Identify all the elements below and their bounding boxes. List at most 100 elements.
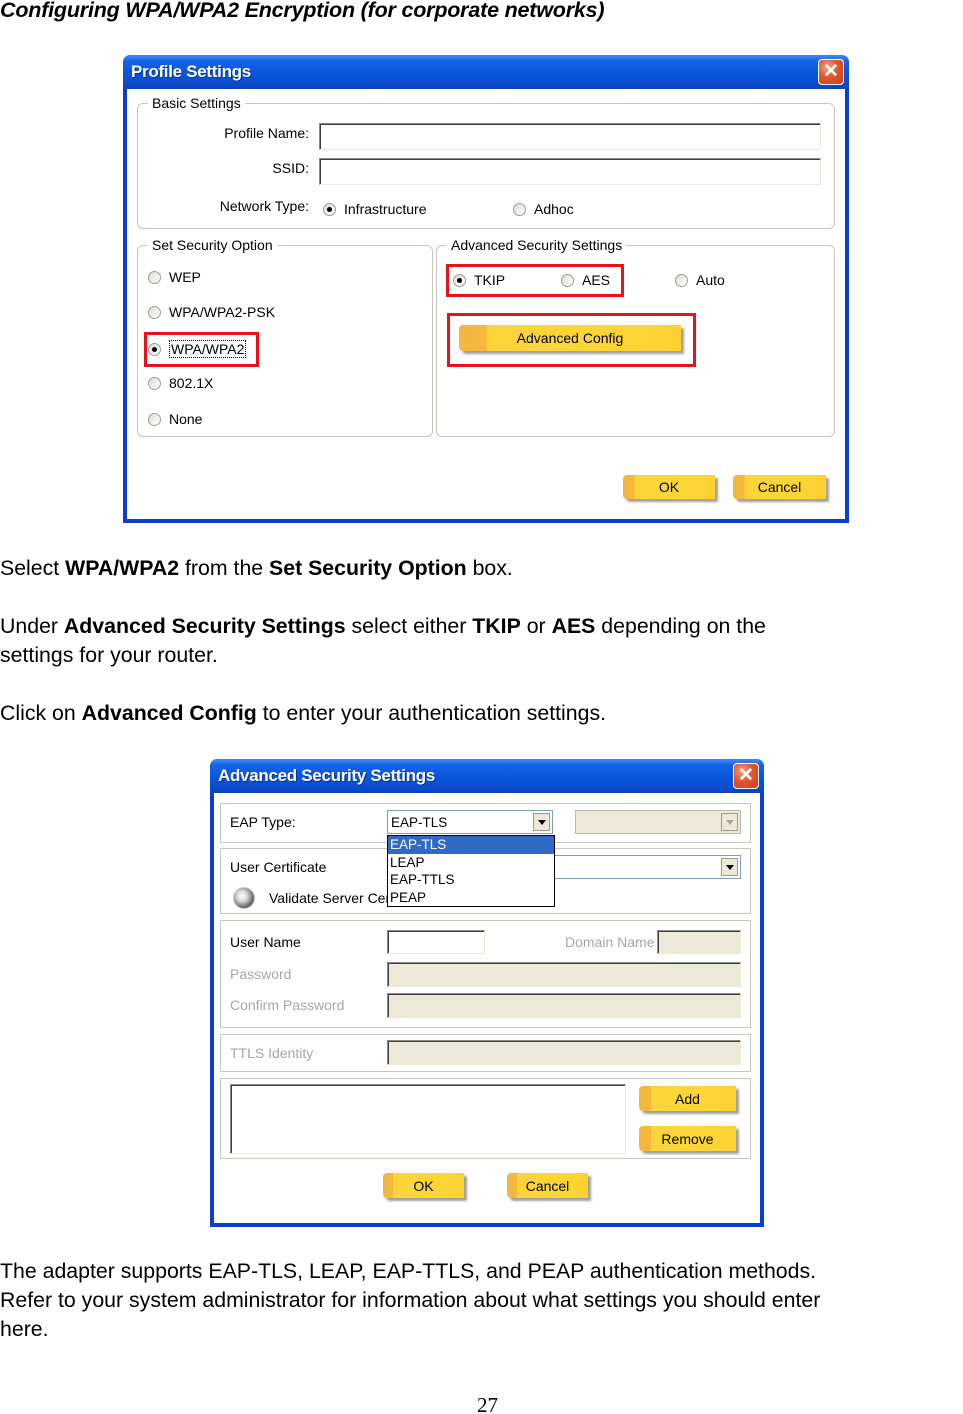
radio-dot	[513, 202, 526, 216]
user-name-field[interactable]	[387, 930, 485, 954]
radio-wep[interactable]: WEP	[148, 269, 201, 285]
text: here.	[0, 1317, 49, 1341]
chevron-down-icon	[721, 813, 738, 831]
radio-dot	[148, 412, 161, 426]
text: or	[520, 614, 552, 638]
radio-label: None	[169, 411, 203, 427]
profile-settings-client: Basic Settings Profile Name: SSID: Netwo…	[127, 89, 845, 519]
domain-name-label: Domain Name	[565, 934, 655, 950]
radio-auto[interactable]: Auto	[675, 272, 725, 288]
ttls-identity-label: TTLS Identity	[230, 1045, 314, 1061]
confirm-password-label: Confirm Password	[230, 997, 345, 1013]
chevron-down-icon[interactable]	[721, 858, 738, 876]
cancel-button[interactable]: Cancel	[733, 475, 826, 499]
security-option-legend: Set Security Option	[152, 237, 273, 253]
window-title: Advanced Security Settings	[218, 766, 436, 785]
eap-type-label: EAP Type:	[230, 814, 296, 830]
radio-dot	[148, 270, 161, 284]
ok-button[interactable]: OK	[623, 475, 715, 499]
radio-dot	[675, 273, 688, 287]
radio-wpa-psk[interactable]: WPA/WPA2-PSK	[148, 304, 275, 320]
advanced-security-client: EAP Type: EAP-TLS User Certificate Valid…	[214, 793, 760, 1223]
section-heading: Configuring WPA/WPA2 Encryption (for cor…	[0, 0, 605, 22]
ttls-identity-field	[387, 1040, 741, 1065]
text: select either	[345, 614, 473, 638]
eap-option[interactable]: LEAP	[388, 854, 554, 872]
profile-name-label: Profile Name:	[224, 125, 309, 141]
radio-label: WPA/WPA2-PSK	[169, 304, 276, 320]
confirm-password-field	[387, 993, 741, 1018]
ssid-label: SSID:	[272, 160, 309, 176]
radio-label: Auto	[696, 272, 725, 288]
text: to enter your authentication settings.	[256, 701, 607, 725]
radio-8021x[interactable]: 802.1X	[148, 375, 213, 391]
cancel-button[interactable]: Cancel	[507, 1173, 588, 1198]
ssid-field[interactable]	[319, 158, 821, 185]
highlight-wpa-wpa2	[144, 332, 259, 367]
text: Under	[0, 614, 64, 638]
radio-none[interactable]: None	[148, 411, 202, 427]
highlight-cipher	[446, 264, 624, 297]
network-type-label: Network Type:	[219, 198, 309, 214]
basic-settings-legend: Basic Settings	[152, 95, 241, 111]
radio-label: Adhoc	[534, 201, 574, 217]
validate-server-label: Validate Server Cer	[269, 890, 391, 906]
user-certificate-select[interactable]	[549, 855, 741, 879]
text: box.	[466, 556, 513, 580]
text: Click on	[0, 701, 82, 725]
bold-text: AES	[551, 614, 596, 638]
password-label: Password	[230, 966, 292, 982]
secondary-eap-select[interactable]	[575, 810, 741, 834]
text: from the	[179, 556, 270, 580]
radio-dot	[148, 305, 161, 319]
instruction-paragraph-3: Click on Advanced Config to enter your a…	[0, 699, 606, 728]
text: The adapter supports EAP-TLS, LEAP, EAP-…	[0, 1259, 817, 1283]
page-number: 27	[477, 1393, 498, 1414]
domain-name-field	[657, 930, 741, 954]
remove-button[interactable]: Remove	[639, 1126, 736, 1151]
window-title: Profile Settings	[131, 62, 251, 81]
radio-dot	[148, 376, 161, 390]
eap-type-dropdown-list: EAP-TLS LEAP EAP-TTLS PEAP	[387, 835, 555, 907]
text: Select	[0, 556, 66, 580]
radio-dot-checked	[323, 202, 336, 216]
advanced-security-legend: Advanced Security Settings	[451, 237, 623, 253]
closing-paragraph: The adapter supports EAP-TLS, LEAP, EAP-…	[0, 1257, 820, 1344]
profile-settings-window: Profile Settings ✕ Basic Settings Profil…	[123, 55, 849, 523]
eap-type-value: EAP-TLS	[391, 814, 448, 830]
password-field	[387, 962, 741, 987]
bold-text: TKIP	[472, 614, 521, 638]
advanced-security-titlebar[interactable]: Advanced Security Settings ✕	[210, 759, 764, 793]
radio-label: 802.1X	[169, 375, 214, 391]
bold-text: Advanced Config	[81, 701, 257, 725]
instruction-paragraph-1: Select WPA/WPA2 from the Set Security Op…	[0, 554, 513, 583]
highlight-advanced-config	[447, 313, 696, 367]
profile-settings-titlebar[interactable]: Profile Settings ✕	[123, 55, 849, 89]
text: depending on the	[595, 614, 766, 638]
certificate-list[interactable]	[230, 1084, 626, 1154]
close-icon[interactable]: ✕	[818, 59, 844, 85]
radio-adhoc[interactable]: Adhoc	[513, 201, 574, 217]
bold-text: Advanced Security Settings	[63, 614, 346, 638]
user-certificate-label: User Certificate	[230, 859, 327, 875]
eap-option[interactable]: EAP-TTLS	[388, 871, 554, 889]
radio-infrastructure[interactable]: Infrastructure	[323, 201, 426, 217]
bold-text: Set Security Option	[269, 556, 467, 580]
text: settings for your router.	[0, 643, 218, 667]
instruction-paragraph-2: Under Advanced Security Settings select …	[0, 612, 766, 670]
radio-label: Infrastructure	[344, 201, 427, 217]
validate-server-toggle[interactable]	[233, 887, 255, 909]
eap-option[interactable]: EAP-TLS	[388, 836, 554, 854]
radio-label: WEP	[169, 269, 201, 285]
chevron-down-icon[interactable]	[533, 813, 550, 831]
text: Refer to your system administrator for i…	[0, 1288, 821, 1312]
ok-button[interactable]: OK	[383, 1173, 464, 1198]
advanced-security-window: Advanced Security Settings ✕ EAP Type: E…	[210, 759, 764, 1227]
close-icon[interactable]: ✕	[733, 763, 759, 789]
add-button[interactable]: Add	[639, 1086, 736, 1111]
profile-name-field[interactable]	[319, 123, 821, 150]
eap-option[interactable]: PEAP	[388, 889, 554, 907]
eap-type-select[interactable]: EAP-TLS	[387, 810, 553, 834]
user-name-label: User Name	[230, 934, 301, 950]
bold-text: WPA/WPA2	[65, 556, 180, 580]
